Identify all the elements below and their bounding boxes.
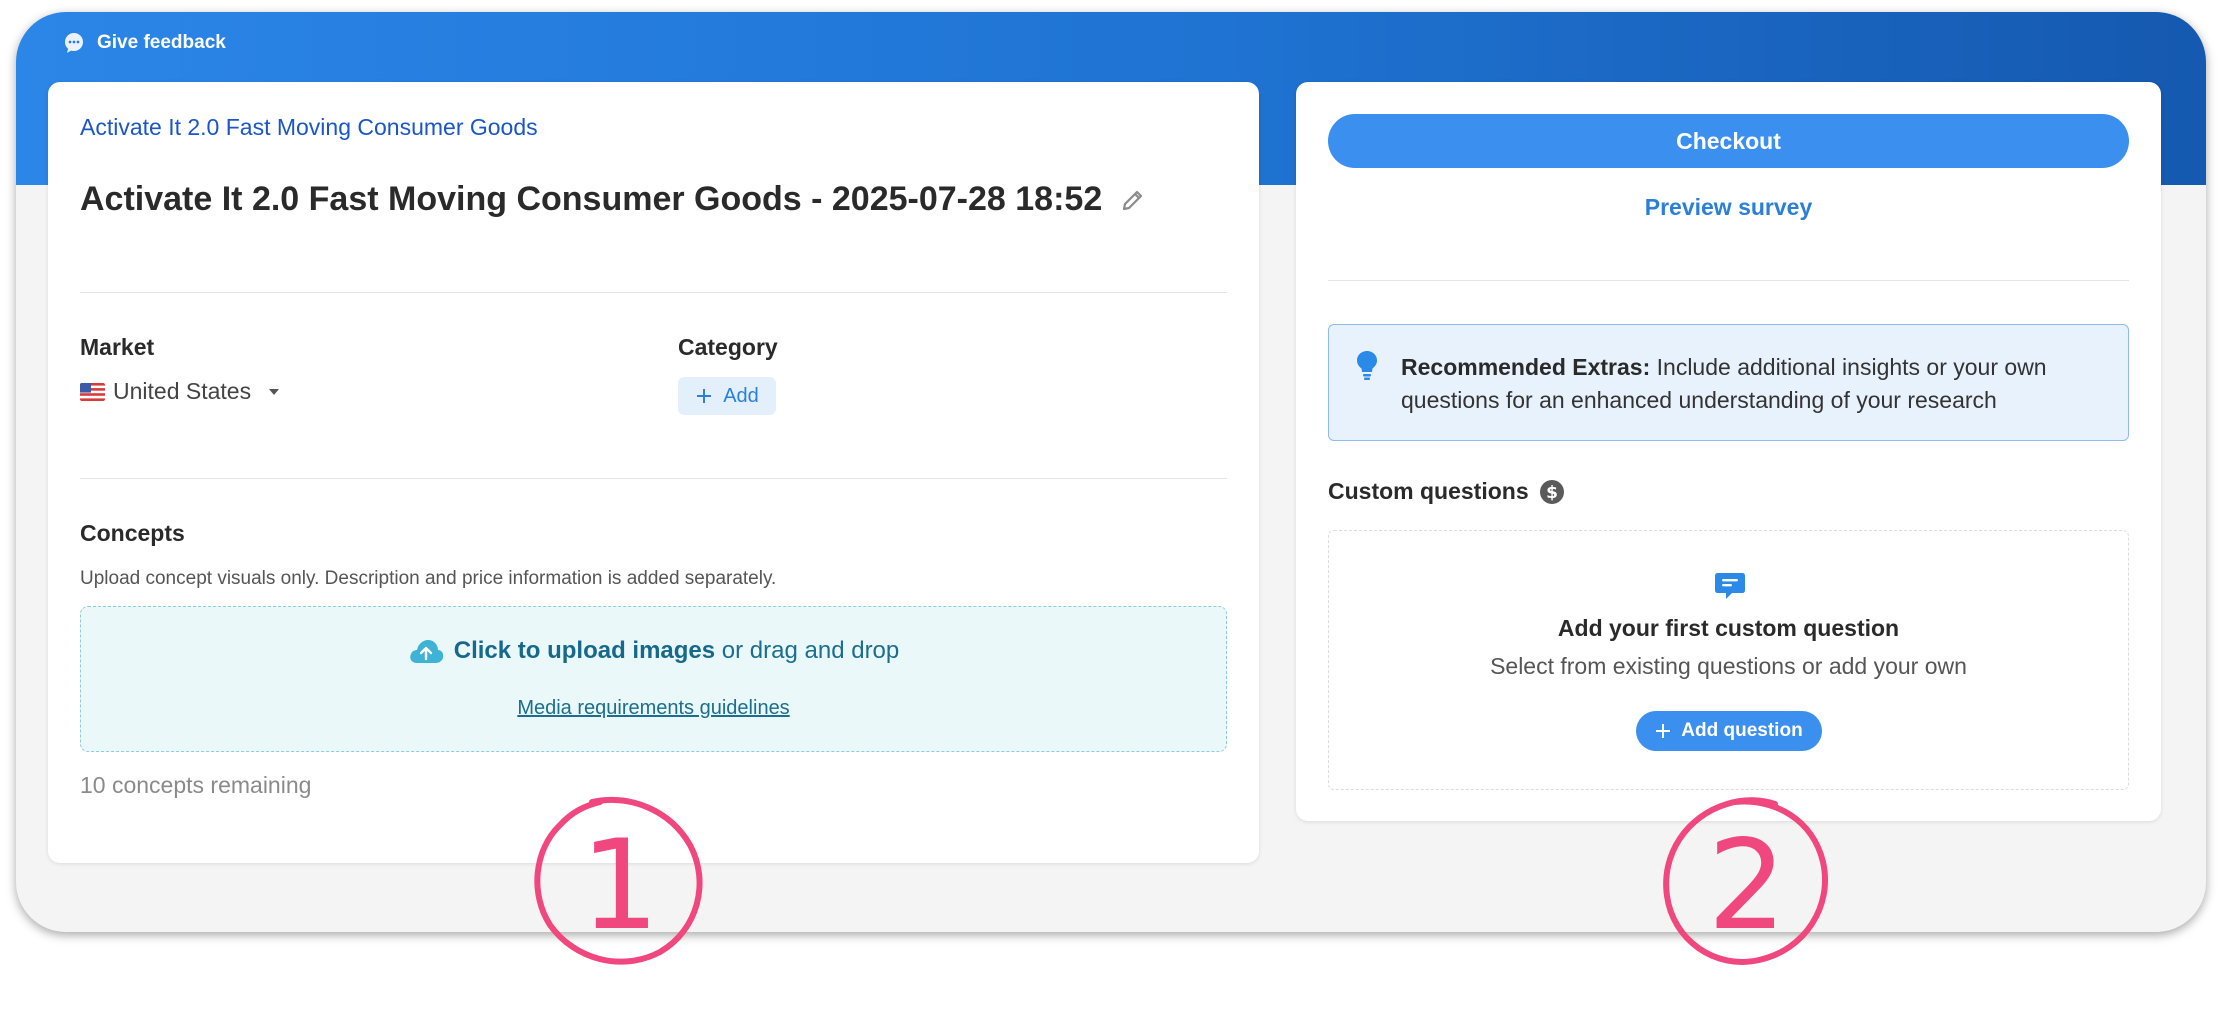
us-flag-icon — [80, 382, 105, 401]
empty-state-title: Add your first custom question — [1557, 615, 1900, 641]
page-title: Activate It 2.0 Fast Moving Consumer Goo… — [80, 180, 1103, 218]
market-value: United States — [113, 378, 252, 404]
recommended-extras-callout: Recommended Extras: Include additional i… — [1328, 324, 2129, 441]
edit-pencil-icon[interactable] — [1120, 187, 1146, 213]
chat-bubble-icon — [65, 33, 83, 53]
add-question-label: Add question — [1681, 720, 1803, 741]
svg-text:$: $ — [1546, 483, 1558, 503]
annotation-number-2: 2 — [1708, 814, 1787, 958]
title-row: Activate It 2.0 Fast Moving Consumer Goo… — [80, 180, 1146, 219]
empty-state-subtitle: Select from existing questions or add yo… — [1490, 653, 1967, 679]
extras-text: Recommended Extras: Include additional i… — [1401, 351, 2098, 417]
custom-questions-heading: Custom questions $ — [1328, 478, 1565, 505]
concepts-description: Upload concept visuals only. Description… — [80, 568, 777, 589]
plus-icon — [1656, 724, 1671, 738]
annotation-marker-1: 1 — [534, 796, 703, 965]
divider — [80, 292, 1227, 293]
annotation-number-1: 1 — [581, 814, 660, 958]
annotation-marker-2: 2 — [1663, 797, 1828, 965]
divider — [80, 478, 1227, 479]
add-category-button[interactable]: Add — [678, 377, 776, 415]
media-requirements-link[interactable]: Media requirements guidelines — [81, 697, 1226, 720]
upload-dropzone[interactable]: Click to upload images or drag and drop … — [80, 606, 1227, 752]
cloud-upload-icon — [409, 640, 443, 663]
category-label: Category — [678, 334, 778, 360]
give-feedback-label: Give feedback — [97, 32, 226, 53]
custom-questions-empty-state: Add your first custom question Select fr… — [1328, 530, 2129, 790]
give-feedback-link[interactable]: Give feedback — [63, 32, 226, 54]
caret-down-icon — [269, 388, 280, 395]
divider — [1328, 280, 2129, 281]
project-card: Activate It 2.0 Fast Moving Consumer Goo… — [48, 82, 1259, 863]
message-icon — [1715, 573, 1745, 599]
market-label: Market — [80, 334, 155, 360]
checkout-card: Checkout Preview survey Recommended Extr… — [1296, 82, 2161, 821]
concepts-label: Concepts — [80, 520, 185, 546]
checkout-button[interactable]: Checkout — [1328, 114, 2129, 168]
lightbulb-icon — [1357, 351, 1377, 380]
preview-survey-link[interactable]: Preview survey — [1296, 194, 2161, 221]
concepts-remaining: 10 concepts remaining — [80, 772, 312, 798]
upload-hint: or drag and drop — [715, 637, 900, 664]
breadcrumb[interactable]: Activate It 2.0 Fast Moving Consumer Goo… — [80, 114, 538, 141]
app-frame: Give feedback Activate It 2.0 Fast Movin… — [16, 12, 2206, 932]
upload-prompt: Click to upload images or drag and drop — [81, 637, 1226, 665]
market-select[interactable]: United States — [80, 378, 281, 405]
custom-questions-label: Custom questions — [1328, 478, 1529, 504]
add-category-label: Add — [723, 384, 759, 407]
add-question-button[interactable]: Add question — [1636, 711, 1822, 751]
dollar-coin-icon: $ — [1539, 479, 1564, 504]
plus-icon — [697, 389, 712, 403]
upload-link[interactable]: Click to upload images — [454, 637, 715, 664]
extras-heading: Recommended Extras: — [1401, 354, 1651, 380]
